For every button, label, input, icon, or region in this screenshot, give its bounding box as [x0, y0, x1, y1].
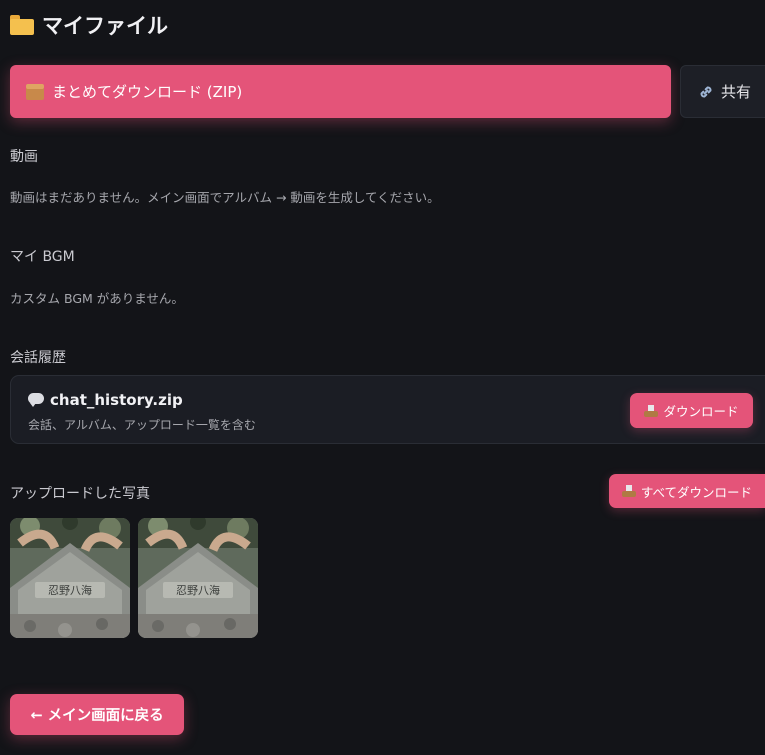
history-download-button[interactable]: ダウンロード: [630, 393, 753, 428]
bgm-heading: マイ BGM: [10, 249, 75, 265]
bgm-empty-message: カスタム BGM がありません。: [10, 291, 184, 306]
photos-heading: アップロードした写真: [10, 486, 150, 502]
zip-download-label: まとめてダウンロード (ZIP): [52, 83, 243, 101]
inbox-tray-icon: [621, 485, 636, 497]
zip-download-button[interactable]: まとめてダウンロード (ZIP): [10, 65, 671, 118]
photo-thumbnail[interactable]: 忍野八海: [10, 518, 130, 638]
page-title-text: マイファイル: [42, 14, 168, 38]
package-icon: [26, 83, 44, 100]
history-file-name: chat_history.zip: [28, 391, 183, 409]
back-to-main-button[interactable]: ← メイン画面に戻る: [10, 694, 184, 735]
history-file-name-text: chat_history.zip: [50, 391, 183, 409]
photo-caption-text: 忍野八海: [176, 583, 220, 597]
videos-empty-message: 動画はまだありません。メイン画面でアルバム → 動画を生成してください。: [10, 190, 440, 205]
history-file-description: 会話、アルバム、アップロード一覧を含む: [28, 418, 256, 432]
history-heading: 会話履歴: [10, 350, 66, 366]
photo-image: 忍野八海: [10, 518, 130, 638]
download-all-label: すべてダウンロード: [640, 484, 753, 500]
inbox-tray-icon: [644, 404, 659, 417]
download-all-photos-button[interactable]: すべてダウンロード: [609, 474, 765, 508]
history-file-card: chat_history.zip 会話、アルバム、アップロード一覧を含む ダウン…: [10, 375, 765, 444]
history-download-label: ダウンロード: [663, 404, 739, 419]
photo-image: 忍野八海: [138, 518, 258, 638]
videos-heading: 動画: [10, 149, 38, 165]
page-title: マイファイル: [10, 10, 168, 40]
photo-caption-text: 忍野八海: [48, 583, 92, 597]
folder-icon: [10, 15, 34, 35]
my-files-page: マイファイル まとめてダウンロード (ZIP) 共有 動画 動画はまだありません…: [0, 0, 765, 755]
photo-thumbnail[interactable]: 忍野八海: [138, 518, 258, 638]
speech-bubble-icon: [28, 393, 44, 407]
share-button[interactable]: 共有: [680, 65, 765, 118]
share-label: 共有: [721, 83, 752, 101]
link-icon: [700, 86, 712, 97]
